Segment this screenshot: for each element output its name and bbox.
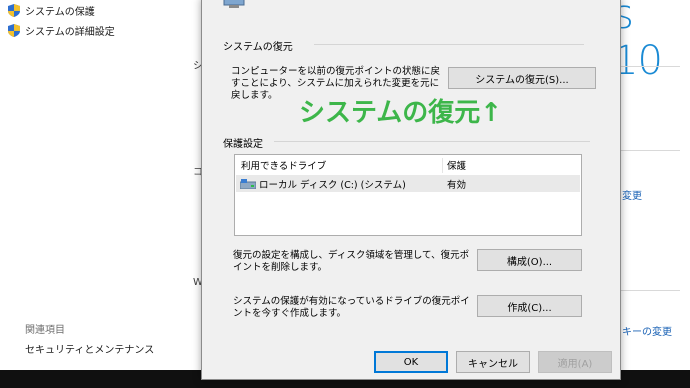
table-row[interactable]: ローカル ディスク (C:) (システム) 有効 (236, 175, 580, 192)
apply-button[interactable]: 適用(A) (538, 351, 612, 373)
system-protection-link[interactable]: システムの保護 (8, 3, 95, 18)
group-divider (274, 141, 590, 142)
create-description: システムの保護が有効になっているドライブの復元ポイントを今すぐ作成します。 (233, 296, 470, 319)
advanced-system-settings-label: システムの詳細設定 (25, 27, 115, 38)
cancel-button[interactable]: キャンセル (456, 351, 530, 373)
shield-icon (8, 24, 20, 37)
drive-list[interactable]: 利用できるドライブ 保護 ローカル ディスク (C:) (システム) 有効 (234, 154, 582, 236)
configure-description: 復元の設定を構成し、ディスク領域を管理して、復元ポイントを削除します。 (233, 250, 470, 273)
protection-status: 有効 (447, 179, 467, 191)
divider (620, 150, 680, 151)
change-product-key-link[interactable]: キーの変更 (622, 323, 672, 338)
ok-button[interactable]: OK (374, 351, 448, 373)
divider (620, 290, 680, 291)
system-properties-dialog: システムの復元 コンピューターを以前の復元ポイントの状態に戻すことにより、システ… (201, 0, 621, 380)
column-header-protection[interactable]: 保護 (447, 155, 466, 175)
create-button[interactable]: 作成(C)... (477, 295, 582, 317)
drive-name: ローカル ディスク (C:) (システム) (259, 179, 406, 191)
column-header-drive[interactable]: 利用できるドライブ (241, 155, 326, 175)
system-restore-button[interactable]: システムの復元(S)... (448, 67, 596, 89)
drive-cell: ローカル ディスク (C:) (システム) (240, 175, 406, 192)
drive-icon (240, 178, 256, 189)
computer-icon (223, 0, 245, 8)
change-settings-link[interactable]: 変更 (622, 187, 642, 202)
system-protection-label: システムの保護 (25, 7, 95, 18)
annotation-text: システムの復元↑ (299, 98, 503, 128)
group-divider (314, 44, 584, 45)
configure-button[interactable]: 構成(O)... (477, 249, 582, 271)
restore-group-title: システムの復元 (223, 42, 293, 53)
windows-brand-text: s 10 (613, 0, 663, 84)
column-separator (442, 158, 443, 173)
security-maintenance-link[interactable]: セキュリティとメンテナンス (25, 341, 154, 356)
related-heading: 関連項目 (25, 325, 65, 336)
advanced-system-settings-link[interactable]: システムの詳細設定 (8, 23, 115, 38)
divider (620, 66, 680, 67)
protection-group-title: 保護設定 (223, 139, 263, 150)
shield-icon (8, 4, 20, 17)
